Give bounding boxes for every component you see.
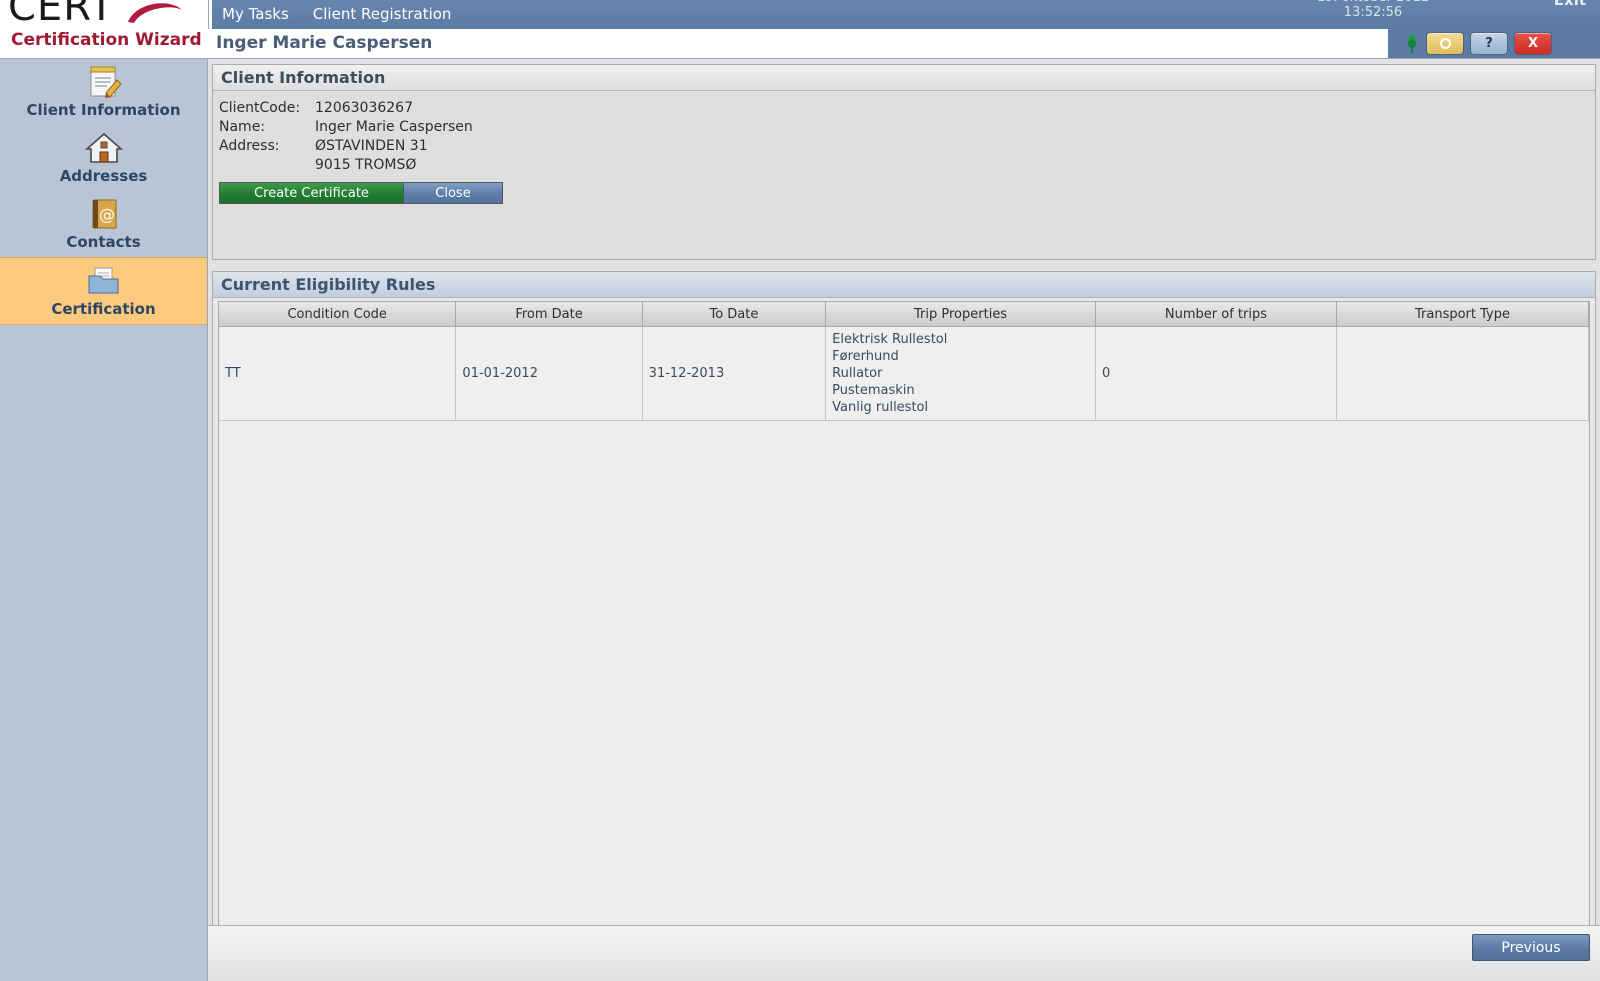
previous-button[interactable]: Previous xyxy=(1472,934,1590,961)
trip-property: Førerhund xyxy=(832,349,899,364)
column-header-from-date[interactable]: From Date xyxy=(455,302,643,327)
field-label: ClientCode: xyxy=(219,100,301,116)
logo-area: CERT Certification Wizard xyxy=(0,0,209,58)
field-value: ØSTAVINDEN 31 xyxy=(315,138,428,154)
main-content: Client Information ClientCode: 120630362… xyxy=(208,58,1600,981)
cell-to-date: 31-12-2013 xyxy=(642,326,827,421)
client-action-buttons: Create Certificate Close xyxy=(219,182,1595,204)
client-information-panel: Client Information ClientCode: 120630362… xyxy=(212,64,1596,260)
field-name: Name: Inger Marie Caspersen xyxy=(219,118,1595,137)
options-button[interactable] xyxy=(1426,32,1464,55)
client-title-bar: Inger Marie Caspersen xyxy=(208,29,1388,59)
sidebar-item-label: Client Information xyxy=(26,101,181,119)
rules-table: Condition Code From Date To Date Trip Pr… xyxy=(219,302,1589,421)
sidebar-item-label: Contacts xyxy=(66,233,141,251)
nav-my-tasks[interactable]: My Tasks xyxy=(222,0,289,29)
field-label: Name: xyxy=(219,119,266,135)
table-row[interactable]: TT 01-01-2012 31-12-2013 Elektrisk Rulle… xyxy=(219,326,1589,421)
sidebar-navigation: Client Information Addresses @ Contacts … xyxy=(0,58,208,981)
datetime-display: 19. oktober 2011 13:52:56 xyxy=(1288,0,1458,20)
page-title: Inger Marie Caspersen xyxy=(216,33,433,53)
trip-property: Pustemaskin xyxy=(832,383,915,398)
application-window: CERT Certification Wizard My Tasks Clien… xyxy=(0,0,1600,981)
circle-icon xyxy=(1439,38,1451,49)
create-certificate-button[interactable]: Create Certificate xyxy=(219,182,403,204)
trip-property: Rullator xyxy=(832,366,883,381)
cell-trip-properties: Elektrisk Rullestol Førerhund Rullator P… xyxy=(825,326,1096,421)
field-address: Address: ØSTAVINDEN 31 xyxy=(219,137,1595,156)
eligibility-rules-title: Current Eligibility Rules xyxy=(221,275,436,294)
table-header-row: Condition Code From Date To Date Trip Pr… xyxy=(219,302,1589,327)
eligibility-rules-panel: Current Eligibility Rules Condition Code… xyxy=(212,271,1596,969)
logo-subtitle: Certification Wizard xyxy=(11,30,202,50)
column-header-condition-code[interactable]: Condition Code xyxy=(219,302,457,327)
notepad-pencil-icon xyxy=(0,65,207,99)
column-header-number-of-trips[interactable]: Number of trips xyxy=(1095,302,1337,327)
cell-condition-code: TT xyxy=(219,326,457,421)
close-button[interactable]: X xyxy=(1514,32,1552,55)
exit-link[interactable]: Exit xyxy=(1554,0,1586,9)
top-navigation-bar: My Tasks Client Registration 19. oktober… xyxy=(212,0,1600,29)
house-icon xyxy=(0,131,207,165)
sidebar-item-certification[interactable]: Certification xyxy=(0,257,207,325)
trip-property: Vanlig rullestol xyxy=(832,400,929,415)
help-button[interactable]: ? xyxy=(1470,32,1508,55)
cell-transport-type xyxy=(1336,326,1589,421)
field-label: Address: xyxy=(219,138,280,154)
address-book-icon: @ xyxy=(0,197,207,231)
sidebar-item-label: Addresses xyxy=(59,167,148,185)
current-time: 13:52:56 xyxy=(1343,5,1403,20)
trip-property: Elektrisk Rullestol xyxy=(832,332,948,347)
client-information-header: Client Information xyxy=(213,65,1595,91)
cert-logo-text: CERT xyxy=(8,0,115,30)
cell-number-of-trips: 0 xyxy=(1095,326,1337,421)
nav-client-registration[interactable]: Client Registration xyxy=(313,0,452,29)
field-address-line2: 9015 TROMSØ xyxy=(315,157,417,173)
column-header-trip-properties[interactable]: Trip Properties xyxy=(825,302,1096,327)
window-controls: ? X xyxy=(1388,29,1600,58)
top-navigation-items: My Tasks Client Registration xyxy=(222,0,451,29)
folder-icon xyxy=(0,264,207,298)
sidebar-item-contacts[interactable]: @ Contacts xyxy=(0,191,207,257)
column-header-transport-type[interactable]: Transport Type xyxy=(1336,302,1589,327)
cert-swoosh-icon xyxy=(126,0,186,24)
sidebar-item-client-information[interactable]: Client Information xyxy=(0,59,207,125)
field-value: 12063036267 xyxy=(315,100,413,116)
cell-from-date: 01-01-2012 xyxy=(455,326,643,421)
svg-text:@: @ xyxy=(99,205,115,224)
sidebar-item-addresses[interactable]: Addresses xyxy=(0,125,207,191)
client-information-title: Client Information xyxy=(221,68,386,87)
pin-icon[interactable] xyxy=(1404,34,1420,54)
client-information-body: ClientCode: 12063036267 Name: Inger Mari… xyxy=(213,91,1595,204)
close-button-panel[interactable]: Close xyxy=(403,182,503,204)
eligibility-rules-header: Current Eligibility Rules xyxy=(213,272,1595,298)
eligibility-rules-grid[interactable]: Condition Code From Date To Date Trip Pr… xyxy=(218,301,1590,963)
field-client-code: ClientCode: 12063036267 xyxy=(219,99,1595,118)
footer-bar: Previous xyxy=(208,925,1600,981)
column-header-to-date[interactable]: To Date xyxy=(642,302,827,327)
sidebar-item-label: Certification xyxy=(51,300,156,318)
field-value: Inger Marie Caspersen xyxy=(315,119,473,135)
